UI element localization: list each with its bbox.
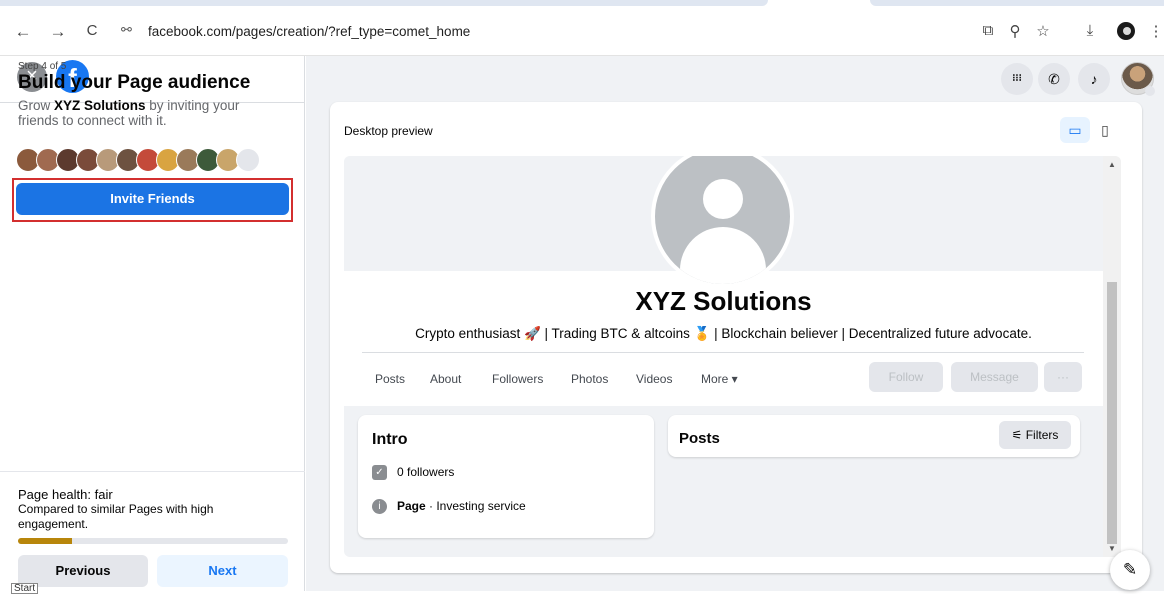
tab-about[interactable]: About	[430, 372, 461, 386]
intro-card: Intro ✓ 0 followers i Page · Investing ser…	[358, 415, 654, 538]
reload-icon[interactable]: C	[81, 22, 103, 39]
friend-avatar	[236, 148, 260, 172]
scroll-down-icon[interactable]: ▼	[1108, 544, 1116, 553]
posts-card: Posts ⚟ Filters	[668, 415, 1080, 457]
bookmark-star-icon[interactable]: ☆	[1033, 22, 1053, 40]
menu-grid-icon[interactable]: ⁝⁝⁝	[1001, 63, 1033, 95]
scrollbar-thumb[interactable]	[1107, 282, 1117, 544]
download-icon[interactable]: ⤓	[1080, 22, 1100, 39]
preview-card: Desktop preview ▭ ▯ XYZ Solutions Crypto…	[330, 102, 1142, 573]
mobile-preview-icon[interactable]: ▯	[1094, 117, 1116, 143]
messenger-icon[interactable]: ✆	[1038, 63, 1070, 95]
preview-scrollbar[interactable]: ▲ ▼	[1103, 156, 1121, 557]
avatar-head	[703, 179, 743, 219]
panel-subtitle: Grow XYZ Solutions by inviting your frie…	[18, 98, 278, 128]
check-icon: ✓	[372, 465, 387, 481]
cast-icon[interactable]: ⧉	[978, 22, 998, 39]
site-info-icon[interactable]: ⚯	[121, 22, 132, 38]
tab-more[interactable]: More ▾	[701, 372, 738, 386]
health-divider	[0, 471, 305, 472]
step-indicator: Step 4 of 5	[18, 61, 67, 72]
tab-strip	[0, 0, 1164, 10]
filters-label: Filters	[1025, 428, 1059, 442]
info-icon: i	[372, 499, 387, 515]
desktop-preview-icon[interactable]: ▭	[1060, 117, 1090, 143]
subtitle-pre: Grow	[18, 98, 55, 113]
page-health-description: Compared to similar Pages with high enga…	[18, 502, 214, 531]
category-row: i Page · Investing service	[372, 499, 526, 515]
tab-posts[interactable]: Posts	[375, 372, 405, 386]
page-name: XYZ Solutions	[635, 286, 812, 316]
page-health-title: Page health: fair	[18, 487, 113, 502]
friend-avatars	[16, 148, 286, 173]
invite-friends-button[interactable]: Invite Friends	[16, 183, 289, 215]
subtitle-page-name: XYZ Solutions	[54, 98, 146, 113]
header-divider	[362, 352, 1084, 353]
message-button[interactable]: Message	[951, 362, 1038, 392]
tab-videos[interactable]: Videos	[636, 372, 672, 386]
more-options-button[interactable]: ···	[1044, 362, 1082, 392]
intro-title: Intro	[372, 431, 408, 448]
filters-button[interactable]: ⚟ Filters	[999, 421, 1071, 449]
url-text[interactable]: facebook.com/pages/creation/?ref_type=co…	[148, 24, 470, 39]
panel-title: Build your Page audience	[18, 72, 251, 93]
preview-area: ⁝⁝⁝ ✆ ♪ Desktop preview ▭ ▯ XYZ Solution…	[306, 56, 1164, 591]
scroll-up-icon[interactable]: ▲	[1108, 160, 1116, 169]
tab-photos[interactable]: Photos	[571, 372, 608, 386]
posts-title: Posts	[679, 430, 720, 447]
filters-icon: ⚟	[1011, 428, 1026, 442]
account-avatar[interactable]	[1121, 62, 1155, 96]
page-type-label: Page	[397, 499, 426, 513]
notifications-bell-icon[interactable]: ♪	[1078, 63, 1110, 95]
zoom-icon[interactable]: ⚲	[1005, 22, 1025, 40]
followers-row: ✓ 0 followers	[372, 465, 455, 481]
edit-compose-icon[interactable]: ✎	[1110, 550, 1150, 590]
follow-button[interactable]: Follow	[869, 362, 943, 392]
followers-count: 0 followers	[397, 465, 455, 479]
page-health-bar	[18, 538, 288, 544]
next-button[interactable]: Next	[157, 555, 288, 587]
preview-label: Desktop preview	[344, 124, 433, 138]
browser-profile-icon[interactable]	[1117, 22, 1135, 40]
forward-icon[interactable]: →	[47, 22, 69, 42]
tab-followers[interactable]: Followers	[492, 372, 543, 386]
avatar-body	[680, 227, 766, 284]
page-bio: Crypto enthusiast 🚀 | Trading BTC & altc…	[415, 326, 1032, 341]
tab-active[interactable]	[0, 0, 768, 6]
browser-menu-icon[interactable]: ⋮	[1146, 22, 1164, 40]
page-health-bar-fill	[18, 538, 72, 544]
page-category: · Investing service	[425, 499, 526, 513]
browser-toolbar: ← → C ⚯ facebook.com/pages/creation/?ref…	[0, 0, 1164, 56]
tab-inactive[interactable]	[870, 0, 1164, 6]
start-tooltip: Start	[11, 583, 39, 594]
page-preview-frame: XYZ Solutions Crypto enthusiast 🚀 | Trad…	[344, 156, 1121, 557]
back-icon[interactable]: ←	[12, 22, 34, 42]
